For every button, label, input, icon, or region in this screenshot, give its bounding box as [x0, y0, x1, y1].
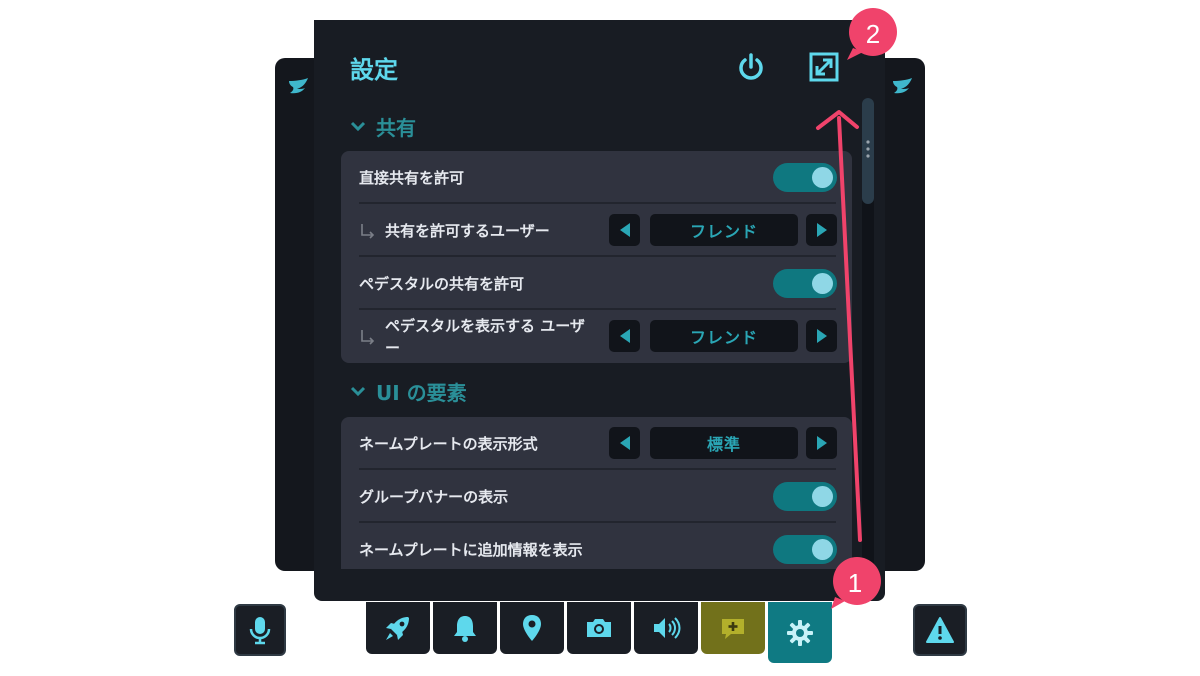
section-header-ui-elements[interactable]: UI の要素: [350, 376, 467, 406]
settings-content: 共有 直接共有を許可 共有を許可するユーザー フレンド ペデスタルの共有を許可 …: [314, 104, 864, 569]
next-button[interactable]: [806, 427, 837, 459]
chevron-down-icon: [350, 121, 366, 132]
previous-button[interactable]: [609, 427, 640, 459]
wing-icon: [289, 78, 308, 94]
section-title: UI の要素: [376, 380, 467, 405]
setting-label: ネームプレートに追加情報を表示: [359, 541, 583, 559]
arrow-left-icon: [619, 223, 630, 237]
notifications-button[interactable]: [433, 602, 497, 654]
settings-group-ui-elements: ネームプレートの表示形式 標準 グループバナーの表示 ネームプレートに追加情報を…: [341, 417, 852, 569]
window-title: 設定: [350, 56, 398, 84]
expand-button[interactable]: [807, 50, 841, 84]
setting-label: ペデスタルの共有を許可: [359, 275, 525, 293]
next-button[interactable]: [806, 214, 837, 246]
sub-arrow-icon: [361, 224, 375, 239]
power-icon: [739, 53, 763, 80]
setting-label: ペデスタルを表示する ユーザー: [385, 316, 585, 357]
stepper-value: フレンド: [650, 320, 798, 352]
camera-button[interactable]: [567, 602, 631, 654]
stage: 設定 共有 直接共有を許可 共有を許可するユーザー フレンド ペデスタルの共有を…: [0, 0, 1200, 676]
arrow-right-icon: [816, 329, 827, 343]
setting-row: グループバナーの表示: [341, 470, 852, 523]
settings-button[interactable]: [768, 602, 832, 663]
setting-label: 直接共有を許可: [359, 169, 465, 187]
audio-button[interactable]: [634, 602, 698, 654]
annotation-badge-1: 1: [827, 555, 883, 611]
section-title: 共有: [376, 115, 416, 140]
scrollbar-thumb[interactable]: [862, 98, 874, 204]
setting-row: ペデスタルの共有を許可: [341, 257, 852, 310]
microphone-button[interactable]: [234, 604, 286, 656]
annotation-badge-2: 2: [845, 6, 901, 62]
camera-icon: [587, 619, 611, 637]
direct-share-toggle[interactable]: [773, 163, 837, 192]
pedestal-users-stepper: フレンド: [609, 320, 837, 352]
setting-label: ネームプレートの表示形式: [359, 435, 538, 453]
share-users-stepper: フレンド: [609, 214, 837, 246]
pedestal-share-toggle[interactable]: [773, 269, 837, 298]
arrow-right-icon: [816, 436, 827, 450]
group-banner-toggle[interactable]: [773, 482, 837, 511]
setting-row: 共有を許可するユーザー フレンド: [341, 204, 852, 257]
location-pin-icon: [523, 615, 541, 641]
setting-row: ネームプレートに追加情報を表示: [341, 523, 852, 569]
nameplate-style-stepper: 標準: [609, 427, 837, 459]
section-header-sharing[interactable]: 共有: [350, 111, 416, 141]
previous-button[interactable]: [609, 320, 640, 352]
warning-icon: [926, 617, 954, 643]
bottom-toolbar: [366, 602, 836, 663]
power-button[interactable]: [734, 50, 768, 84]
location-button[interactable]: [500, 602, 564, 654]
expand-icon: [809, 52, 839, 82]
grip-icon: [866, 140, 870, 158]
setting-row: ネームプレートの表示形式 標準: [341, 417, 852, 470]
microphone-icon: [249, 617, 271, 645]
gear-icon: [787, 619, 813, 646]
speaker-icon: [654, 617, 681, 639]
chevron-down-icon: [350, 386, 366, 397]
chat-plus-icon: [722, 619, 744, 639]
sub-arrow-icon: [361, 330, 375, 345]
next-button[interactable]: [806, 320, 837, 352]
badge-number: 1: [847, 567, 863, 598]
rocket-button[interactable]: [366, 602, 430, 654]
setting-label: 共有を許可するユーザー: [385, 221, 550, 240]
setting-row: 直接共有を許可: [341, 151, 852, 204]
warning-button[interactable]: [913, 604, 967, 656]
stepper-value: フレンド: [650, 214, 798, 246]
stepper-value: 標準: [650, 427, 798, 459]
setting-label: グループバナーの表示: [359, 488, 509, 506]
previous-button[interactable]: [609, 214, 640, 246]
arrow-right-icon: [816, 223, 827, 237]
arrow-left-icon: [619, 329, 630, 343]
wing-icon: [893, 78, 912, 94]
badge-number: 2: [865, 18, 881, 49]
bell-icon: [454, 616, 476, 642]
scrollbar[interactable]: [862, 98, 874, 568]
settings-window: 設定 共有 直接共有を許可 共有を許可するユーザー フレンド ペデスタルの共有を…: [314, 20, 885, 601]
rocket-icon: [386, 617, 409, 640]
setting-row: ペデスタルを表示する ユーザー フレンド: [341, 310, 852, 363]
arrow-left-icon: [619, 436, 630, 450]
new-chat-button[interactable]: [701, 602, 765, 654]
settings-group-sharing: 直接共有を許可 共有を許可するユーザー フレンド ペデスタルの共有を許可 ペデス…: [341, 151, 852, 363]
